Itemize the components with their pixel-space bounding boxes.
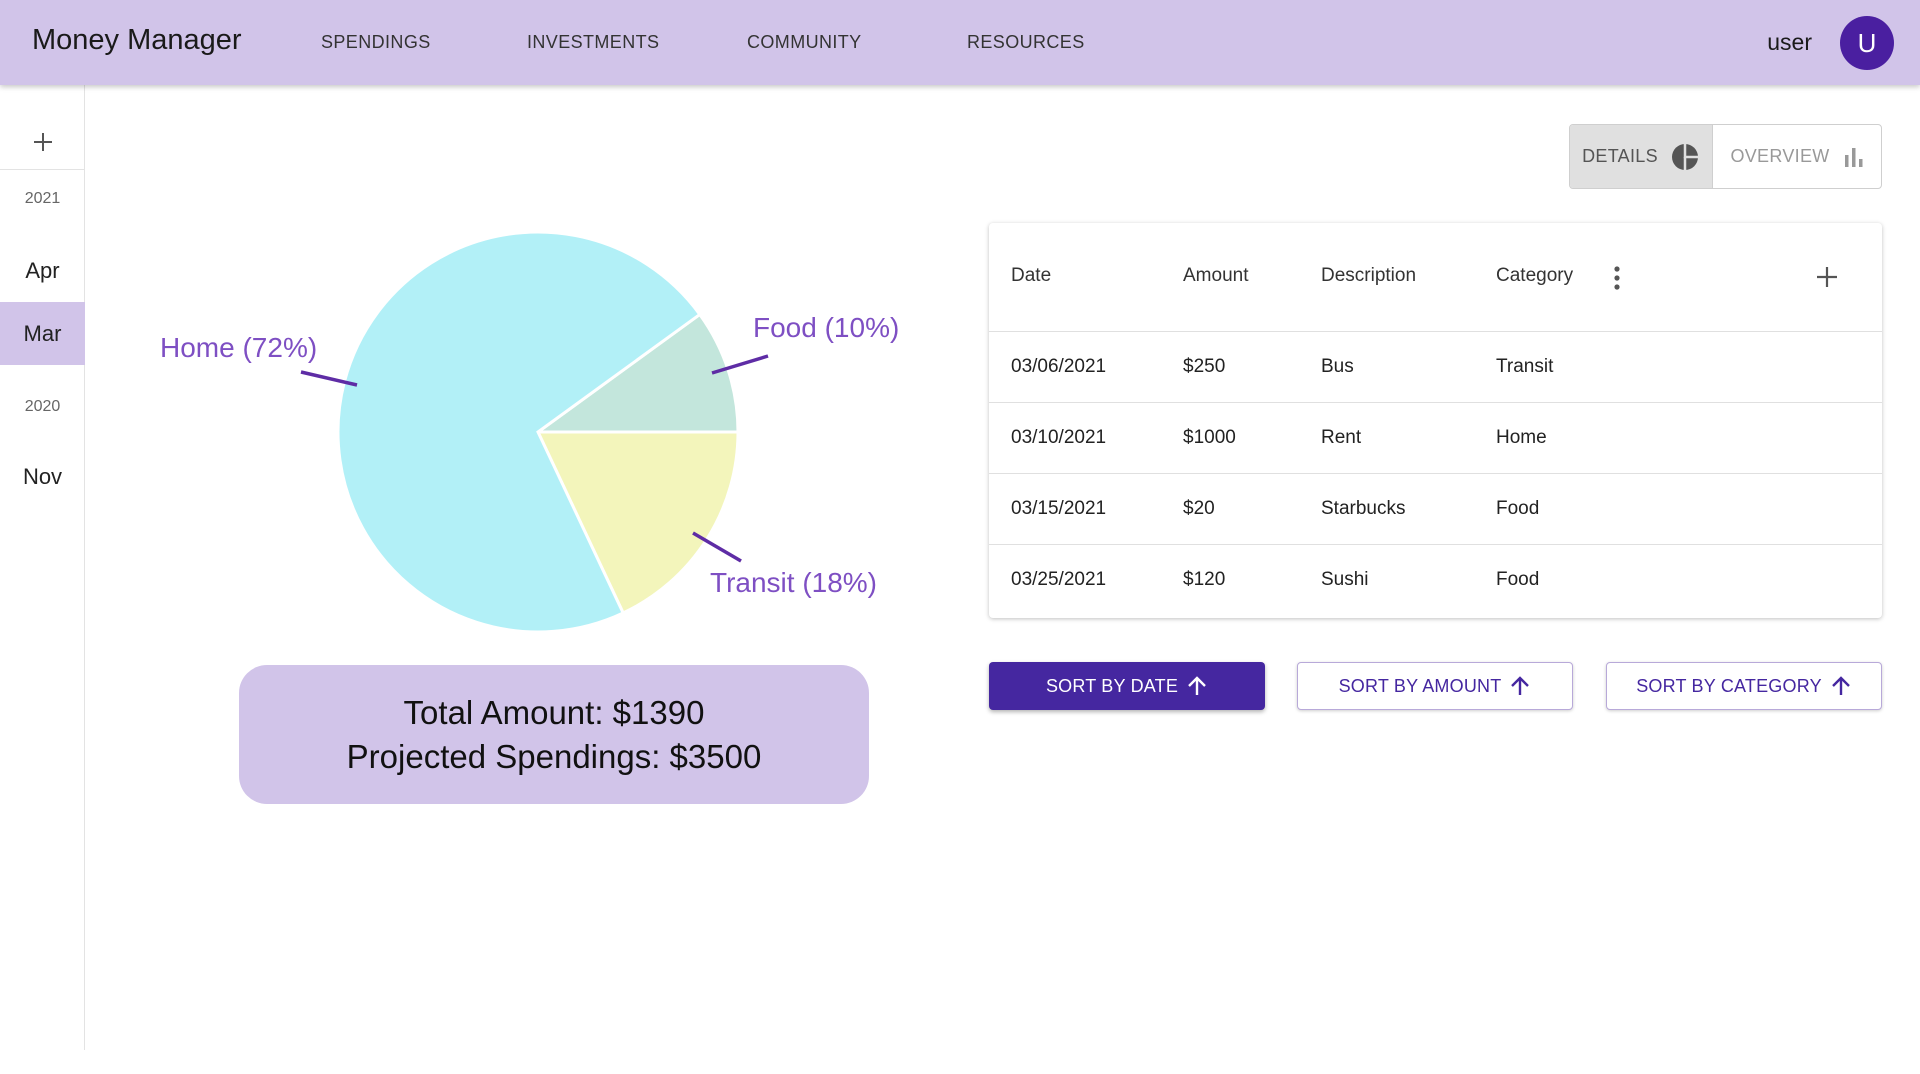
table-row[interactable]: 03/06/2021 $250 Bus Transit [989,332,1882,403]
sort-by-category-label: SORT BY CATEGORY [1636,675,1822,696]
transactions-table: Date Amount Description Category 03/06/2… [989,223,1882,618]
sort-by-amount-label: SORT BY AMOUNT [1338,675,1502,696]
cell-category: Food [1496,569,1540,590]
cell-amount: $250 [1183,356,1226,377]
nav-spendings[interactable]: SPENDINGS [321,32,431,53]
cell-description: Bus [1321,356,1354,377]
slice-label-transit: Transit (18%) [710,567,877,598]
overview-toggle-button[interactable]: OVERVIEW [1713,125,1881,188]
slice-label-food: Food (10%) [753,312,899,343]
app-bar: Money Manager SPENDINGS INVESTMENTS COMM… [0,0,1920,85]
cell-date: 03/10/2021 [1011,427,1107,448]
header-category[interactable]: Category [1496,265,1573,287]
cell-amount: $120 [1183,569,1226,590]
view-toggle: DETAILS OVERVIEW [1569,124,1882,189]
table-header: Date Amount Description Category [989,223,1882,332]
add-transaction-button[interactable] [1815,265,1839,294]
nav-investments[interactable]: INVESTMENTS [527,32,659,53]
sort-by-amount-button[interactable]: SORT BY AMOUNT [1297,662,1573,710]
spending-pie-chart: Food (10%) Transit (18%) Home (72%) [140,200,920,650]
rail-year-2021: 2021 [24,190,61,207]
add-month-button[interactable] [0,114,85,170]
app-title[interactable]: Money Manager [32,24,242,57]
header-amount[interactable]: Amount [1183,265,1248,287]
plus-icon [33,132,52,151]
header-description[interactable]: Description [1321,265,1416,287]
pie-chart-svg: Food (10%) Transit (18%) Home (72%) [160,230,899,634]
details-label: DETAILS [1582,146,1658,166]
cell-category: Home [1496,427,1547,448]
cell-amount: $20 [1183,498,1215,519]
spending-summary: Total Amount: $1390 Projected Spendings:… [239,665,869,804]
table-row[interactable]: 03/10/2021 $1000 Rent Home [989,403,1882,474]
rail-month-apr[interactable]: Apr [0,239,85,302]
cell-category: Transit [1496,356,1554,377]
sort-by-date-button[interactable]: SORT BY DATE [989,662,1265,710]
more-vertical-icon [1614,266,1620,290]
arrow-up-icon [1831,676,1850,695]
projected-spendings: Projected Spendings: $3500 [346,737,762,775]
cell-date: 03/06/2021 [1011,356,1107,377]
nav-community[interactable]: COMMUNITY [747,32,862,53]
total-amount: Total Amount: $1390 [403,693,705,731]
pie-chart-icon [1671,143,1698,170]
cell-description: Sushi [1321,569,1369,590]
category-menu-button[interactable] [1613,266,1621,295]
sort-by-category-button[interactable]: SORT BY CATEGORY [1606,662,1882,710]
bar-chart-icon [1844,147,1863,167]
cell-amount: $1000 [1183,427,1236,448]
arrow-up-icon [1188,676,1206,695]
avatar[interactable]: U [1840,16,1894,70]
table-row[interactable]: 03/15/2021 $20 Starbucks Food [989,474,1882,545]
month-rail: 2021 Apr Mar 2020 Nov [0,85,85,1050]
arrow-up-icon [1511,676,1530,695]
rail-month-mar[interactable]: Mar [0,302,85,365]
details-toggle-button[interactable]: DETAILS [1570,125,1713,188]
username: user [1767,29,1812,55]
rail-year-2020: 2020 [24,398,61,415]
table-row[interactable]: 03/25/2021 $120 Sushi Food [989,545,1882,616]
cell-description: Rent [1321,427,1362,448]
cell-date: 03/25/2021 [1011,569,1107,590]
slice-label-home: Home (72%) [160,332,317,363]
header-date[interactable]: Date [1011,265,1051,287]
overview-label: OVERVIEW [1730,146,1830,166]
cell-description: Starbucks [1321,498,1406,519]
plus-icon [1817,267,1837,287]
nav-resources[interactable]: RESOURCES [967,32,1085,53]
rail-month-nov[interactable]: Nov [0,445,85,508]
sort-by-date-label: SORT BY DATE [1045,675,1179,696]
cell-date: 03/15/2021 [1011,498,1107,519]
cell-category: Food [1496,498,1540,519]
